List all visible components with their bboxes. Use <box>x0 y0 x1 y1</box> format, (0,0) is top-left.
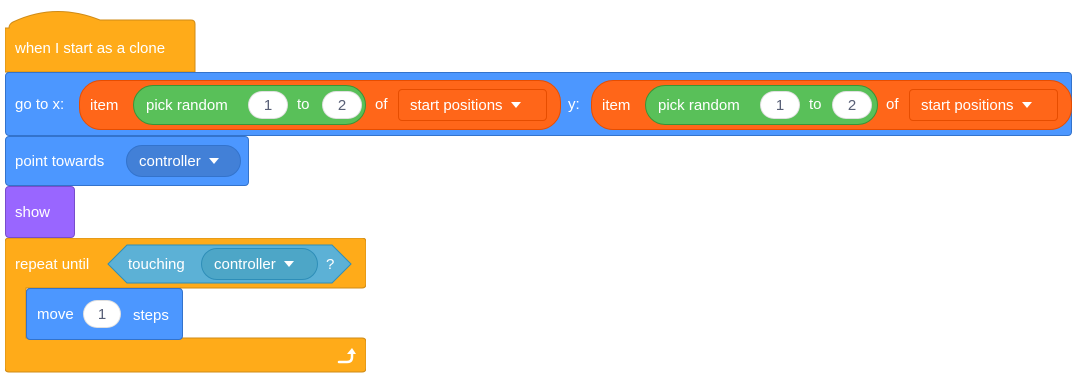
dropdown-caret-icon <box>1021 102 1032 108</box>
item-label-x: item <box>90 96 119 114</box>
touching-label: touching <box>128 256 185 273</box>
of-label-y: of <box>886 96 899 113</box>
repeat-until-label: repeat until <box>15 256 90 273</box>
steps-label: steps <box>133 307 169 324</box>
move-label: move <box>37 305 74 323</box>
list-dropdown-y-value: start positions <box>921 96 1014 114</box>
loop-arrow-icon <box>337 348 356 364</box>
go-to-label: go to x: <box>15 95 65 113</box>
hat-block[interactable]: when I start as a clone <box>5 2 196 74</box>
random-to-label-x: to <box>297 96 310 113</box>
dropdown-caret-icon <box>510 102 521 108</box>
hat-block-label: when I start as a clone <box>15 40 166 57</box>
random-from-input-x[interactable]: 1 <box>248 91 288 119</box>
point-towards-value: controller <box>139 152 201 170</box>
random-to-label-y: to <box>809 96 822 113</box>
list-dropdown-y[interactable]: start positions <box>909 89 1058 121</box>
move-steps-input[interactable]: 1 <box>83 300 121 328</box>
touching-value: controller <box>214 255 276 273</box>
of-label-x: of <box>375 96 388 113</box>
random-from-input-y[interactable]: 1 <box>760 91 800 119</box>
pick-random-label-y: pick random <box>658 96 740 114</box>
dropdown-caret-icon <box>283 261 294 267</box>
random-to-input-y[interactable]: 2 <box>832 91 872 119</box>
show-block[interactable]: show <box>5 186 75 238</box>
point-towards-dropdown[interactable]: controller <box>126 145 241 177</box>
touching-dropdown[interactable]: controller <box>201 248 318 280</box>
dropdown-caret-icon <box>208 158 219 164</box>
show-label: show <box>15 203 51 221</box>
list-dropdown-x[interactable]: start positions <box>398 89 547 121</box>
pick-random-label-x: pick random <box>146 96 228 114</box>
item-label-y: item <box>602 96 631 114</box>
touching-question: ? <box>326 256 335 273</box>
y-label: y: <box>568 96 580 113</box>
random-to-input-x[interactable]: 2 <box>322 91 362 119</box>
hat-block-shape <box>5 11 196 73</box>
list-dropdown-x-value: start positions <box>410 96 503 114</box>
point-towards-label: point towards <box>15 152 105 170</box>
